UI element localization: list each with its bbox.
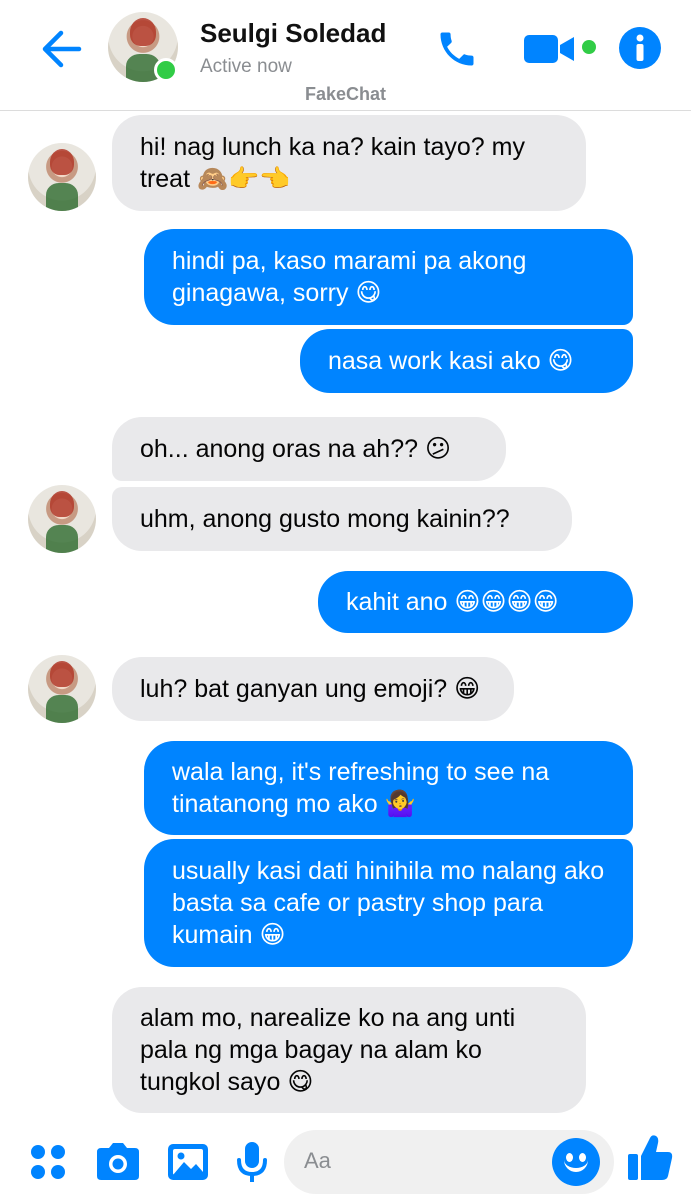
thumbs-up-icon[interactable] (626, 1134, 674, 1182)
chat-header: Seulgi Soledad Active now FakeChat (0, 0, 691, 111)
camera-icon[interactable] (94, 1138, 142, 1186)
incoming-message-bubble[interactable]: alam mo, narealize ko na ang unti pala n… (112, 987, 586, 1113)
contact-avatar-small[interactable] (28, 485, 96, 553)
brand-label: FakeChat (304, 84, 387, 104)
emoji-icon[interactable] (552, 1138, 600, 1186)
composer-bar: Aa (0, 1126, 691, 1200)
info-icon[interactable] (614, 22, 666, 74)
video-active-dot (582, 40, 596, 54)
video-camera-icon[interactable] (520, 22, 580, 76)
outgoing-message-bubble[interactable]: kahit ano 😁😁😁😁 (318, 571, 633, 633)
message-list: hi! nag lunch ka na? kain tayo? my treat… (0, 111, 691, 1126)
outgoing-message-bubble[interactable]: nasa work kasi ako 😋 (300, 329, 633, 393)
contact-avatar-small[interactable] (28, 143, 96, 211)
incoming-message-bubble[interactable]: hi! nag lunch ka na? kain tayo? my treat… (112, 115, 586, 211)
message-input-placeholder: Aa (304, 1148, 331, 1173)
phone-icon[interactable] (430, 22, 484, 76)
outgoing-message-bubble[interactable]: wala lang, it's refreshing to see na tin… (144, 741, 633, 835)
contact-name[interactable]: Seulgi Soledad (200, 18, 386, 49)
contact-avatar[interactable] (108, 12, 178, 82)
menu-grid-icon[interactable] (24, 1138, 72, 1186)
online-indicator (154, 58, 178, 82)
outgoing-message-bubble[interactable]: hindi pa, kaso marami pa akong ginagawa,… (144, 229, 633, 325)
back-arrow-icon[interactable] (36, 24, 86, 74)
outgoing-message-bubble[interactable]: usually kasi dati hinihila mo nalang ako… (144, 839, 633, 967)
gallery-icon[interactable] (164, 1138, 212, 1186)
incoming-message-bubble[interactable]: oh... anong oras na ah?? 😕 (112, 417, 506, 481)
contact-avatar-small[interactable] (28, 655, 96, 723)
incoming-message-bubble[interactable]: uhm, anong gusto mong kainin?? (112, 487, 572, 551)
incoming-message-bubble[interactable]: luh? bat ganyan ung emoji? 😁 (112, 657, 514, 721)
contact-status: Active now (200, 56, 292, 77)
microphone-icon[interactable] (228, 1138, 276, 1186)
